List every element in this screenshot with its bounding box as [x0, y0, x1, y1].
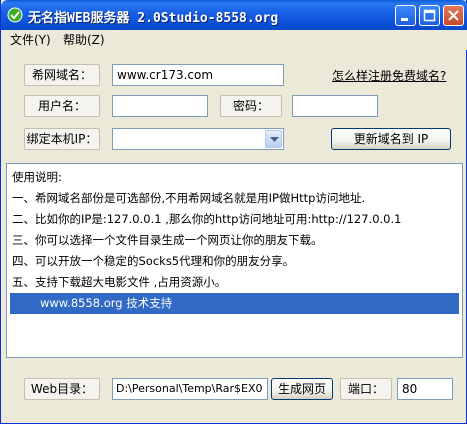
username-input[interactable] — [112, 95, 208, 117]
chevron-down-icon — [270, 137, 279, 142]
app-window: 无名指WEB服务器 2.0Studio-8558.org 文件(Y) 帮助(Z)… — [0, 0, 467, 424]
instructions-box[interactable]: 使用说明: 一、希网域名部份是可选部份,不用希网域名就是用IP做Http访问地址… — [6, 163, 463, 358]
bind-ip-label: 绑定本机IP： — [24, 128, 100, 150]
window-title: 无名指WEB服务器 2.0Studio-8558.org — [28, 11, 279, 26]
port-label: 端口： — [340, 378, 392, 400]
minimize-button[interactable] — [395, 5, 416, 26]
web-dir-input[interactable]: D:\Personal\Temp\Rar$EX0 — [112, 378, 268, 400]
domain-label: 希网域名： — [24, 64, 100, 86]
instruction-line: 四、可以开放一个稳定的Socks5代理和你的朋友分享。 — [12, 254, 295, 268]
password-input[interactable] — [292, 95, 378, 117]
maximize-icon — [423, 9, 436, 22]
title-bar[interactable]: 无名指WEB服务器 2.0Studio-8558.org — [1, 0, 467, 30]
generate-page-button[interactable]: 生成网页 — [271, 378, 333, 400]
close-icon — [448, 10, 459, 21]
instruction-line: 使用说明: — [12, 170, 62, 184]
username-label: 用户名： — [24, 95, 100, 117]
instruction-line: 二、比如你的IP是:127.0.0.1 ,那么你的http访问地址可用:http… — [12, 212, 402, 226]
maximize-button[interactable] — [419, 5, 440, 26]
web-dir-label: Web目录： — [24, 378, 100, 400]
register-domain-link[interactable]: 怎么样注册免费域名? — [332, 67, 446, 84]
instruction-line: 一、希网域名部份是可选部份,不用希网域名就是用IP做Http访问地址. — [12, 191, 366, 205]
menu-file[interactable]: 文件(Y) — [8, 32, 53, 48]
support-line-selected[interactable]: www.8558.org 技术支持 — [10, 293, 459, 314]
update-domain-button[interactable]: 更新域名到 IP — [331, 128, 451, 150]
bind-ip-select[interactable] — [112, 128, 284, 150]
app-icon — [7, 7, 23, 23]
menu-bar: 文件(Y) 帮助(Z) — [1, 30, 467, 50]
instruction-line: 三、你可以选择一个文件目录生成一个网页让你的朋友下载。 — [12, 233, 323, 247]
close-button[interactable] — [443, 5, 464, 26]
menu-help[interactable]: 帮助(Z) — [61, 32, 107, 48]
domain-input[interactable]: www.cr173.com — [112, 64, 284, 86]
password-label: 密码： — [220, 95, 282, 117]
minimize-icon — [401, 18, 408, 21]
port-input[interactable]: 80 — [397, 378, 453, 400]
dropdown-arrow-button[interactable] — [265, 130, 282, 148]
instruction-line: 五、支持下载超大电影文件 ,占用资源小。 — [12, 275, 227, 289]
